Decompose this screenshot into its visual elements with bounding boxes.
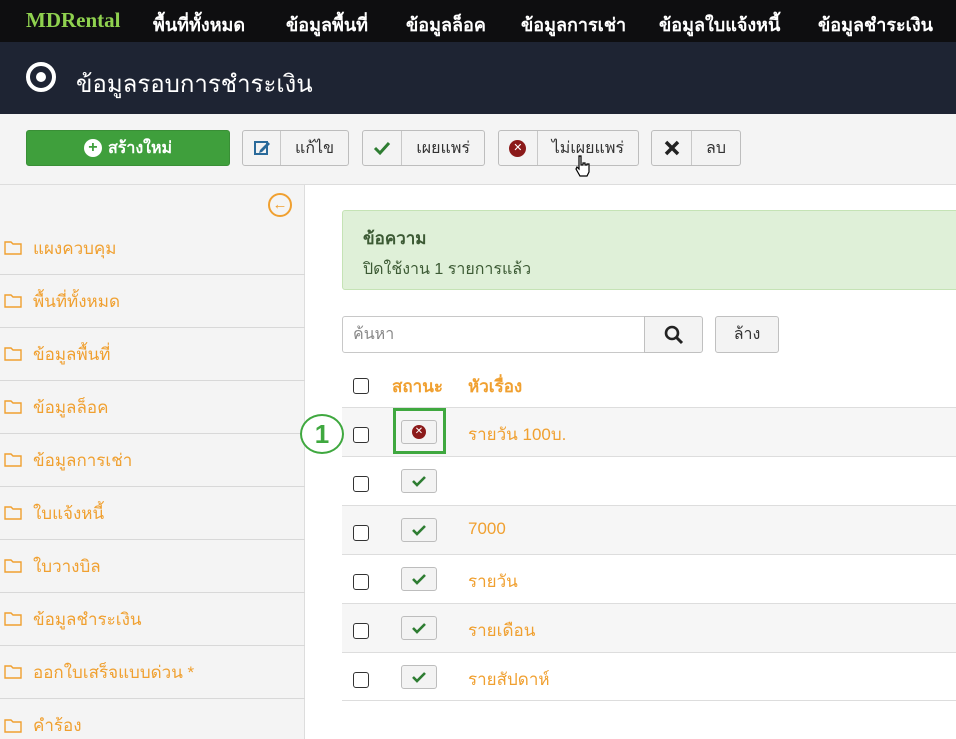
sidebar-item-label: ข้อมูลพื้นที่ [33, 344, 111, 364]
row-checkbox[interactable] [353, 427, 369, 443]
sidebar-item-label: แผงควบคุม [33, 238, 117, 258]
row-title-link[interactable]: 7000 [468, 519, 506, 539]
brand-logo[interactable]: MDRental [26, 8, 120, 33]
folder-icon [4, 453, 22, 467]
plus-circle-icon: + [83, 139, 102, 157]
folder-icon [4, 294, 22, 308]
publish-button[interactable]: เผยแพร่ [362, 130, 485, 166]
record-circle-icon [26, 62, 56, 92]
new-button[interactable]: + สร้างใหม่ [26, 130, 230, 166]
table-row: รายสัปดาห์ [342, 652, 956, 701]
row-checkbox[interactable] [353, 525, 369, 541]
row-title-link[interactable]: รายเดือน [468, 617, 535, 644]
page-title: ข้อมูลรอบการชำระเงิน [76, 71, 313, 98]
published-status-button[interactable] [401, 469, 437, 493]
nav-item-payment-info[interactable]: ข้อมูลชำระเงิน [818, 10, 933, 39]
delete-button-label: ลบ [706, 139, 726, 157]
new-button-label: สร้างใหม่ [107, 139, 173, 157]
folder-icon [4, 612, 22, 626]
check-icon [412, 672, 426, 683]
sidebar-item-label: ใบแจ้งหนี้ [33, 503, 105, 523]
edit-icon [243, 131, 282, 165]
highlight-box [393, 408, 446, 454]
clear-button[interactable]: ล้าง [715, 316, 779, 353]
folder-icon [4, 718, 22, 733]
sidebar-item-billing[interactable]: ใบวางบิล [0, 540, 305, 593]
close-icon [652, 131, 693, 165]
message-heading: ข้อความ [363, 229, 427, 248]
search-icon [664, 325, 683, 344]
folder-icon [4, 241, 22, 255]
edit-button[interactable]: แก้ไข [242, 130, 349, 166]
search-button[interactable] [644, 316, 703, 353]
sidebar-item-label: ใบวางบิล [33, 556, 101, 576]
nav-item-all-areas[interactable]: พื้นที่ทั้งหมด [153, 10, 245, 39]
sidebar-item-label: ข้อมูลชำระเงิน [33, 609, 142, 629]
table-row: รายวัน [342, 554, 956, 603]
nav-item-area-info[interactable]: ข้อมูลพื้นที่ [286, 10, 368, 39]
column-header-status[interactable]: สถานะ [392, 373, 443, 400]
search-input[interactable] [342, 316, 645, 353]
sidebar-item-rental-info[interactable]: ข้อมูลการเช่า [0, 434, 305, 487]
sidebar: ← แผงควบคุม พื้นที่ทั้งหมด ข้อมูลพื้นที่… [0, 185, 305, 739]
top-navbar: MDRental พื้นที่ทั้งหมด ข้อมูลพื้นที่ ข้… [0, 0, 956, 42]
folder-icon [4, 506, 22, 520]
published-status-button[interactable] [401, 665, 437, 689]
check-icon [412, 476, 426, 487]
row-title-link[interactable]: รายวัน 100บ. [468, 421, 566, 448]
row-checkbox[interactable] [353, 672, 369, 688]
nav-item-invoice-info[interactable]: ข้อมูลใบแจ้งหนี้ [659, 10, 780, 39]
published-status-button[interactable] [401, 518, 437, 542]
page-header: ข้อมูลรอบการชำระเงิน [0, 42, 956, 114]
published-status-button[interactable] [401, 567, 437, 591]
unpublish-button[interactable]: ✕ ไม่เผยแพร่ [498, 130, 639, 166]
message-body: ปิดใช้งาน 1 รายการแล้ว [363, 261, 532, 278]
sidebar-item-label: พื้นที่ทั้งหมด [33, 291, 120, 311]
table-row: 7000 [342, 505, 956, 554]
check-icon [363, 131, 403, 165]
published-status-button[interactable] [401, 616, 437, 640]
sidebar-item-label: ข้อมูลการเช่า [33, 450, 133, 470]
check-icon [412, 574, 426, 585]
folder-icon [4, 347, 22, 361]
x-circle-icon: ✕ [499, 131, 538, 165]
success-message: ข้อความ ปิดใช้งาน 1 รายการแล้ว [342, 210, 956, 290]
step-number-badge: 1 [300, 414, 344, 454]
select-all-checkbox[interactable] [353, 378, 369, 394]
row-title-link[interactable]: รายวัน [468, 568, 518, 595]
nav-item-rental-info[interactable]: ข้อมูลการเช่า [521, 10, 626, 39]
collapse-sidebar-icon[interactable]: ← [268, 193, 292, 217]
sidebar-item-invoices[interactable]: ใบแจ้งหนี้ [0, 487, 305, 540]
row-checkbox[interactable] [353, 476, 369, 492]
sidebar-item-lock-info[interactable]: ข้อมูลล็อค [0, 381, 305, 434]
folder-icon [4, 400, 22, 414]
row-title-link[interactable]: รายสัปดาห์ [468, 666, 550, 693]
row-checkbox[interactable] [353, 623, 369, 639]
sidebar-item-area-info[interactable]: ข้อมูลพื้นที่ [0, 328, 305, 381]
check-icon [412, 525, 426, 536]
sidebar-item-label: ออกใบเสร็จแบบด่วน * [33, 662, 195, 682]
publish-button-label: เผยแพร่ [416, 139, 470, 157]
sidebar-item-label: ข้อมูลล็อค [33, 397, 109, 417]
folder-icon [4, 665, 22, 679]
folder-icon [4, 559, 22, 573]
sidebar-item-quick-receipt[interactable]: ออกใบเสร็จแบบด่วน * [0, 646, 305, 699]
toolbar: + สร้างใหม่ แก้ไข เผยแพร่ ✕ ไม่เผยแพร่ ล… [0, 114, 956, 185]
edit-button-label: แก้ไข [295, 139, 334, 157]
sidebar-item-label: คำร้อง [33, 716, 82, 735]
check-icon [412, 623, 426, 634]
row-checkbox[interactable] [353, 574, 369, 590]
sidebar-item-dashboard[interactable]: แผงควบคุม [0, 222, 305, 275]
delete-button[interactable]: ลบ [651, 130, 741, 166]
column-header-title[interactable]: หัวเรื่อง [468, 373, 522, 400]
sidebar-item-all-areas[interactable]: พื้นที่ทั้งหมด [0, 275, 305, 328]
hand-pointer-icon [575, 155, 590, 177]
sidebar-item-requests[interactable]: คำร้อง [0, 699, 305, 739]
table-row: รายเดือน [342, 603, 956, 652]
sidebar-item-payment-info[interactable]: ข้อมูลชำระเงิน [0, 593, 305, 646]
nav-item-lock-info[interactable]: ข้อมูลล็อค [406, 10, 486, 39]
table-row [342, 456, 956, 505]
